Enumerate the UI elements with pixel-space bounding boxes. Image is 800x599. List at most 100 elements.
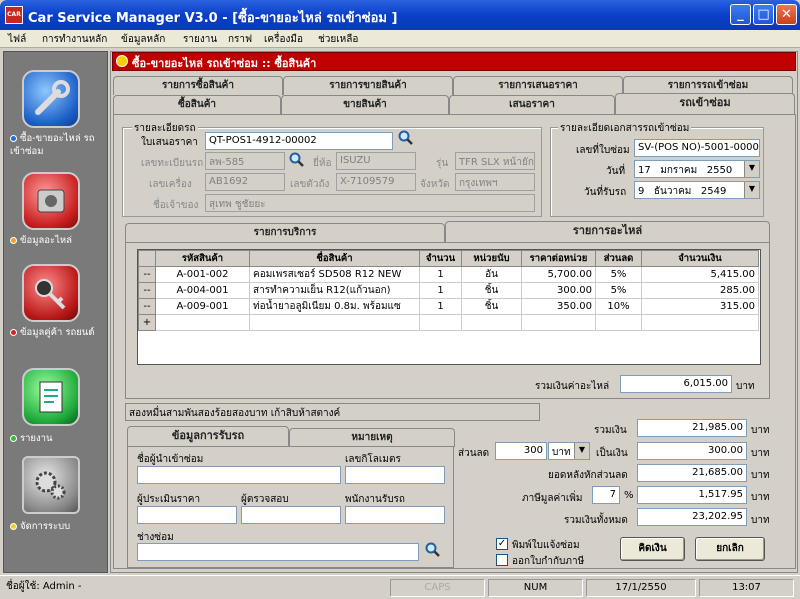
menu-help[interactable]: ช่วยเหลือ <box>318 32 358 47</box>
cell-name[interactable]: คอมเพรสเซอร์ SD508 R12 NEW <box>249 266 420 283</box>
cell-qty[interactable]: 1 <box>419 298 462 315</box>
menu-tools[interactable]: เครื่องมือ <box>264 32 303 47</box>
discount-input[interactable]: 300 <box>495 442 547 460</box>
row-marker[interactable]: -- <box>138 282 156 299</box>
row-marker[interactable]: -- <box>138 298 156 315</box>
sidebar-item-report[interactable]: รายงาน <box>10 432 106 445</box>
table-row[interactable]: -- A-004-001 สารทำความเย็น R12(แก้วนอก) … <box>138 282 759 299</box>
chevron-down-icon[interactable]: ▼ <box>574 443 589 459</box>
cell-price[interactable]: 300.00 <box>521 282 596 299</box>
cell-empty[interactable] <box>249 314 420 331</box>
cell-qty[interactable]: 1 <box>419 282 462 299</box>
cell-empty[interactable] <box>419 314 462 331</box>
col-unit[interactable]: หน่วยนับ <box>461 250 522 267</box>
table-row[interactable]: -- A-001-002 คอมเพรสเซอร์ SD508 R12 NEW … <box>138 266 759 283</box>
col-qty[interactable]: จำนวน <box>419 250 462 267</box>
cell-discount[interactable]: 5% <box>595 266 642 283</box>
search-icon[interactable] <box>398 130 414 149</box>
tab-repair[interactable]: รถเข้าซ่อม <box>615 93 795 114</box>
cell-empty[interactable] <box>595 314 642 331</box>
owner-field: สุเทพ ชูชัยยะ <box>205 194 535 212</box>
col-discount[interactable]: ส่วนลด <box>595 250 642 267</box>
sender-field[interactable] <box>137 466 341 484</box>
wrench-icon[interactable] <box>22 70 80 128</box>
cell-empty[interactable] <box>461 314 522 331</box>
cell-empty[interactable] <box>521 314 596 331</box>
receiver-field[interactable] <box>345 506 445 524</box>
minimize-button[interactable]: _ <box>730 4 751 25</box>
cell-amount[interactable]: 315.00 <box>641 298 759 315</box>
cell-code[interactable]: A-001-002 <box>155 266 250 283</box>
tab-services[interactable]: รายการบริการ <box>125 223 445 242</box>
cell-unit[interactable]: ชิ้น <box>461 282 522 299</box>
row-marker[interactable]: -- <box>138 266 156 283</box>
receive-date-picker[interactable]: 9 ธันวาคม 2549 ▼ <box>634 181 760 199</box>
menu-file[interactable]: ไฟล์ <box>8 32 26 47</box>
sidebar-label: ซื้อ-ขายอะไหล่ รถเข้าซ่อม <box>10 133 95 157</box>
print-tax-checkbox[interactable] <box>496 554 508 566</box>
table-row[interactable]: -- A-009-001 ท่อน้ำยาอลูมิเนียม 0.8ม. พร… <box>138 298 759 315</box>
close-button[interactable]: ✕ <box>776 4 797 25</box>
tab-remarks[interactable]: หมายเหตุ <box>289 428 455 447</box>
menu-master-data[interactable]: ข้อมูลหลัก <box>121 32 165 47</box>
tab-sale-list[interactable]: รายการขายสินค้า <box>283 76 453 95</box>
col-code[interactable]: รหัสสินค้า <box>155 250 250 267</box>
menu-report[interactable]: รายงาน <box>183 32 217 47</box>
cell-name[interactable]: สารทำความเย็น R12(แก้วนอก) <box>249 282 420 299</box>
calculate-button[interactable]: คิดเงิน <box>620 537 685 561</box>
tab-purchase-list[interactable]: รายการซื้อสินค้า <box>113 76 283 95</box>
checker-field[interactable] <box>241 506 341 524</box>
cell-amount[interactable]: 5,415.00 <box>641 266 759 283</box>
mechanic-field[interactable] <box>137 543 419 561</box>
cell-name[interactable]: ท่อน้ำยาอลูมิเนียม 0.8ม. พร้อมแซ <box>249 298 420 315</box>
tab-parts[interactable]: รายการอะไหล่ <box>445 221 770 242</box>
menu-graph[interactable]: กราฟ <box>228 32 252 47</box>
cell-unit[interactable]: ชิ้น <box>461 298 522 315</box>
cell-discount[interactable]: 10% <box>595 298 642 315</box>
menu-main-work[interactable]: การทำงานหลัก <box>42 32 107 47</box>
parts-grid[interactable]: รหัสสินค้า ชื่อสินค้า จำนวน หน่วยนับ ราค… <box>137 249 761 365</box>
vat-rate-input[interactable]: 7 <box>592 486 620 504</box>
sidebar-item-parts[interactable]: ข้อมูลอะไหล่ <box>10 234 106 247</box>
engine-icon[interactable] <box>22 172 80 230</box>
cancel-button[interactable]: ยกเลิก <box>695 537 765 561</box>
cell-amount[interactable]: 285.00 <box>641 282 759 299</box>
col-amount[interactable]: จำนวนเงิน <box>641 250 759 267</box>
cell-qty[interactable]: 1 <box>419 266 462 283</box>
tab-receive-info[interactable]: ข้อมูลการรับรถ <box>127 426 289 447</box>
cell-code[interactable]: A-009-001 <box>155 298 250 315</box>
cell-unit[interactable]: อัน <box>461 266 522 283</box>
new-row-marker[interactable]: + <box>138 314 156 331</box>
key-icon[interactable] <box>22 264 80 322</box>
quote-field[interactable]: QT-POS1-4912-00002 <box>205 132 393 150</box>
repair-no-field[interactable]: SV-(POS NO)-5001-00007 <box>634 139 760 157</box>
chevron-down-icon[interactable]: ▼ <box>744 161 759 177</box>
sidebar-item-partners[interactable]: ข้อมูลคู่ค้า รถยนต์ <box>10 326 106 339</box>
cell-price[interactable]: 350.00 <box>521 298 596 315</box>
sidebar-item-system[interactable]: จัดการระบบ <box>10 520 106 533</box>
date-picker[interactable]: 17 มกราคม 2550 ▼ <box>634 160 760 178</box>
sidebar-item-buy-sell[interactable]: ซื้อ-ขายอะไหล่ รถเข้าซ่อม <box>10 132 106 158</box>
discount-unit-select[interactable]: บาท ▼ <box>548 442 590 460</box>
estimator-field[interactable] <box>137 506 237 524</box>
cell-code-new[interactable] <box>155 314 250 331</box>
maximize-button[interactable]: □ <box>753 4 774 25</box>
tab-sale[interactable]: ขายสินค้า <box>281 95 449 114</box>
col-price[interactable]: ราคาต่อหน่วย <box>521 250 596 267</box>
cell-price[interactable]: 5,700.00 <box>521 266 596 283</box>
tab-purchase[interactable]: ซื้อสินค้า <box>113 95 281 114</box>
search-icon[interactable] <box>289 152 305 171</box>
tab-quote[interactable]: เสนอราคา <box>449 95 615 114</box>
new-row[interactable]: + <box>138 314 759 331</box>
tab-quote-list[interactable]: รายการเสนอราคา <box>453 76 623 95</box>
cell-code[interactable]: A-004-001 <box>155 282 250 299</box>
report-icon[interactable] <box>22 368 80 426</box>
cell-empty[interactable] <box>641 314 759 331</box>
cell-discount[interactable]: 5% <box>595 282 642 299</box>
mileage-field[interactable] <box>345 466 445 484</box>
print-repair-checkbox[interactable]: ✓ <box>496 538 508 550</box>
chevron-down-icon[interactable]: ▼ <box>744 182 759 198</box>
col-name[interactable]: ชื่อสินค้า <box>249 250 420 267</box>
search-icon[interactable] <box>425 542 441 561</box>
gears-icon[interactable] <box>22 456 80 514</box>
